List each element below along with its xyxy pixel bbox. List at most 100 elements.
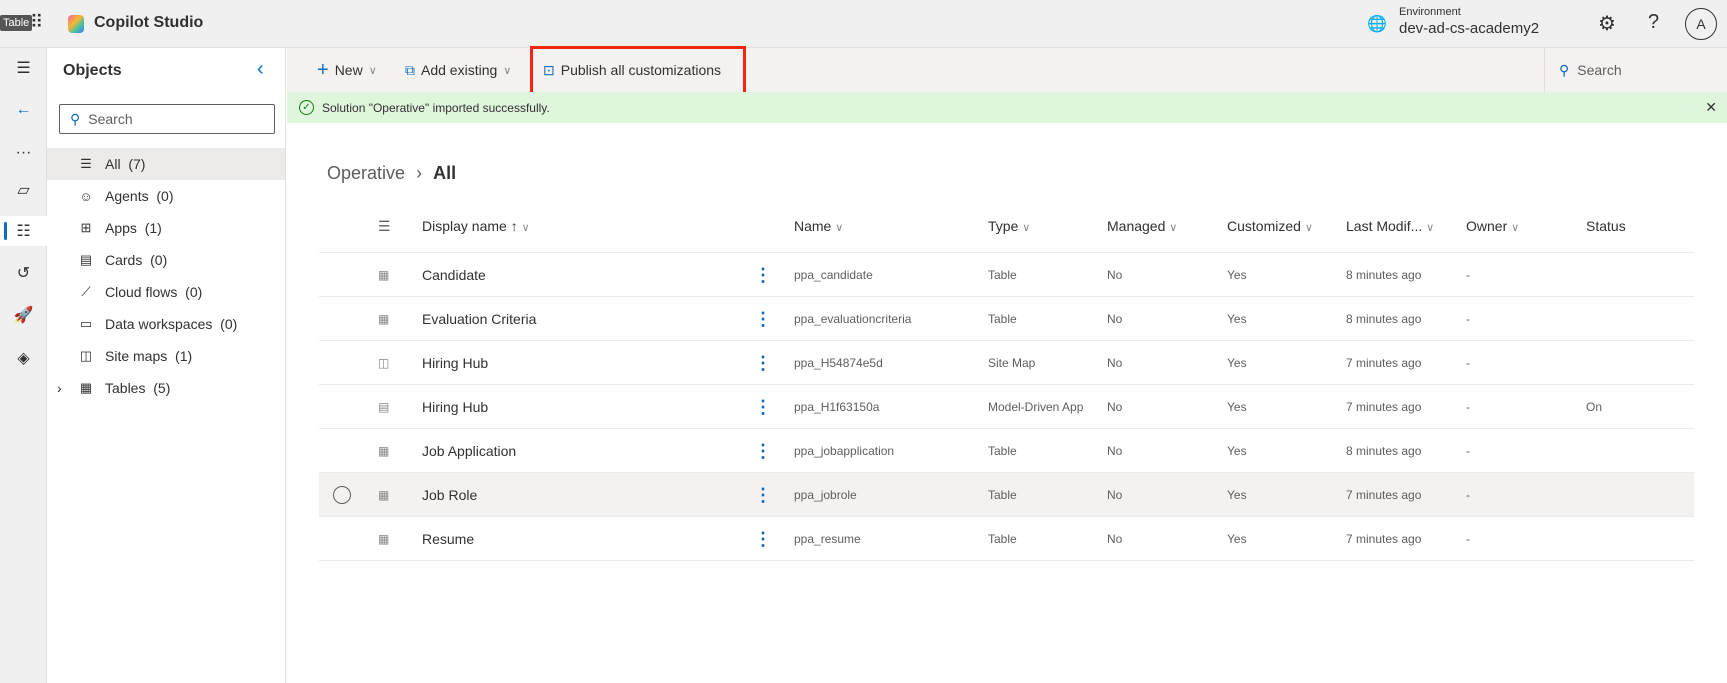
list-icon: ☰	[80, 156, 92, 171]
objects-item-all[interactable]: ☰ All (7)	[47, 148, 285, 180]
cell-last-modified: 7 minutes ago	[1346, 356, 1422, 370]
header-managed[interactable]: Managed ∨	[1107, 218, 1177, 234]
table-row[interactable]: ▤ Hiring Hub ⋮ ppa_H1f63150a Model-Driven Ap…	[319, 385, 1694, 429]
cell-display-name[interactable]: Hiring Hub	[422, 341, 488, 385]
objects-item-tables[interactable]: › ▦ Tables (5)	[47, 372, 285, 404]
objects-item-cloud-flows[interactable]: ⟋ Cloud flows (0)	[47, 276, 285, 308]
row-select-radio[interactable]	[333, 473, 351, 517]
table-icon: ▦	[79, 380, 93, 395]
environment-icon: 🌐	[1367, 16, 1387, 33]
table-row[interactable]: ▦ Evaluation Criteria ⋮ ppa_evaluationcrite…	[319, 297, 1694, 341]
back-arrow-icon[interactable]: ←	[0, 95, 47, 125]
cell-owner: -	[1466, 488, 1470, 502]
cell-customized: Yes	[1227, 488, 1247, 502]
more-actions-icon[interactable]: ⋮	[754, 473, 772, 517]
cell-display-name[interactable]: Job Application	[422, 429, 516, 473]
objects-item-cards[interactable]: ▤ Cards (0)	[47, 244, 285, 276]
cell-managed: No	[1107, 356, 1123, 370]
table-row[interactable]: ▦ Candidate ⋮ ppa_candidate Table No Yes 8 minu…	[319, 253, 1694, 297]
cell-last-modified: 8 minutes ago	[1346, 312, 1422, 326]
table-row[interactable]: ◫ Hiring Hub ⋮ ppa_H54874e5d Site Map No Yes 7 …	[319, 341, 1694, 385]
column-options-icon[interactable]: ☰	[378, 218, 391, 235]
cell-name: ppa_evaluationcriteria	[794, 312, 912, 326]
cell-owner: -	[1466, 312, 1470, 326]
code-icon[interactable]: ◈	[0, 343, 47, 373]
table-row[interactable]: ▦ Job Role ⋮ ppa_jobrole Table No Yes 7 minutes…	[319, 473, 1694, 517]
objects-item-apps[interactable]: ⊞ Apps (1)	[47, 212, 285, 244]
new-button[interactable]: + New ∨	[317, 48, 377, 92]
cell-managed: No	[1107, 400, 1123, 414]
cell-last-modified: 7 minutes ago	[1346, 488, 1422, 502]
command-search[interactable]: ⚲ Search	[1544, 48, 1727, 92]
chevron-down-icon: ∨	[503, 64, 512, 77]
add-existing-button[interactable]: ⧉ Add existing ∨	[405, 48, 511, 92]
table-row[interactable]: ▦ Job Application ⋮ ppa_jobapplication Table…	[319, 429, 1694, 473]
breadcrumb-parent[interactable]: Operative	[327, 163, 405, 183]
objects-title: Objects	[63, 62, 122, 79]
header-name[interactable]: Name ∨	[794, 218, 843, 234]
collapse-panel-icon[interactable]: ‹	[257, 58, 264, 81]
top-bar: ⠿ Table Copilot Studio 🌐 Environment dev…	[0, 0, 1727, 48]
rocket-icon[interactable]: 🚀	[0, 300, 47, 330]
cell-name: ppa_jobrole	[794, 488, 857, 502]
header-status: Status	[1586, 218, 1626, 234]
help-icon[interactable]: ?	[1648, 11, 1659, 34]
cell-managed: No	[1107, 268, 1123, 282]
row-type-icon: ▦	[378, 532, 390, 546]
cell-display-name[interactable]: Job Role	[422, 473, 477, 517]
card-icon: ▤	[79, 252, 93, 267]
header-display-name[interactable]: Display name ↑ ∨	[422, 218, 530, 234]
cell-owner: -	[1466, 356, 1470, 370]
header-type[interactable]: Type ∨	[988, 218, 1030, 234]
environment-label: Environment	[1399, 6, 1461, 18]
cell-managed: No	[1107, 532, 1123, 546]
cell-last-modified: 7 minutes ago	[1346, 532, 1422, 546]
dismiss-icon[interactable]: ✕	[1705, 99, 1717, 116]
left-rail: ☰ ← ··· ▱ ☷ ↺ 🚀 ◈	[0, 48, 47, 683]
row-type-icon: ▤	[378, 400, 390, 414]
objects-item-data-workspaces[interactable]: ▭ Data workspaces (0)	[47, 308, 285, 340]
more-actions-icon[interactable]: ⋮	[754, 517, 772, 561]
cell-owner: -	[1466, 268, 1470, 282]
more-icon[interactable]: ···	[0, 138, 47, 168]
cell-type: Table	[988, 312, 1017, 326]
environment-selector[interactable]: dev-ad-cs-academy2	[1399, 20, 1539, 37]
search-icon: ⚲	[70, 110, 81, 127]
history-icon[interactable]: ↺	[0, 258, 47, 288]
header-last-modified[interactable]: Last Modif... ∨	[1346, 218, 1434, 234]
header-owner[interactable]: Owner ∨	[1466, 218, 1519, 234]
header-customized[interactable]: Customized ∨	[1227, 218, 1313, 234]
objects-item-agents[interactable]: ☺ Agents (0)	[47, 180, 285, 212]
chevron-down-icon: ∨	[368, 64, 377, 77]
more-actions-icon[interactable]: ⋮	[754, 385, 772, 429]
cell-display-name[interactable]: Evaluation Criteria	[422, 297, 536, 341]
cell-display-name[interactable]: Resume	[422, 517, 474, 561]
tooltip: Table	[0, 15, 33, 31]
more-actions-icon[interactable]: ⋮	[754, 429, 772, 473]
more-actions-icon[interactable]: ⋮	[754, 253, 772, 297]
expand-chevron-icon[interactable]: ›	[57, 380, 62, 396]
cell-display-name[interactable]: Candidate	[422, 253, 486, 297]
copilot-logo-icon	[68, 15, 84, 33]
cell-display-name[interactable]: Hiring Hub	[422, 385, 488, 429]
publish-icon[interactable]: ▱	[0, 175, 47, 205]
flow-icon: ⟋	[81, 284, 91, 299]
more-actions-icon[interactable]: ⋮	[754, 297, 772, 341]
more-actions-icon[interactable]: ⋮	[754, 341, 772, 385]
objects-search-input[interactable]: ⚲ Search	[59, 104, 275, 134]
search-icon: ⚲	[1559, 61, 1570, 78]
cell-type: Table	[988, 488, 1017, 502]
objects-item-site-maps[interactable]: ◫ Site maps (1)	[47, 340, 285, 372]
cell-customized: Yes	[1227, 356, 1247, 370]
objects-icon[interactable]: ☷	[0, 216, 47, 246]
cell-name: ppa_H54874e5d	[794, 356, 883, 370]
cell-managed: No	[1107, 444, 1123, 458]
hamburger-icon[interactable]: ☰	[0, 53, 47, 83]
settings-icon[interactable]: ⚙	[1598, 11, 1616, 36]
avatar[interactable]: A	[1685, 8, 1717, 40]
table-row[interactable]: ▦ Resume ⋮ ppa_resume Table No Yes 7 minutes ag…	[319, 517, 1694, 561]
cell-name: ppa_jobapplication	[794, 444, 895, 458]
success-banner: ✓ Solution "Operative" imported successf…	[287, 92, 1727, 123]
command-bar: + New ∨ ⧉ Add existing ∨ ⊡ Publish all custom…	[287, 46, 1727, 95]
app-title: Copilot Studio	[94, 14, 204, 31]
